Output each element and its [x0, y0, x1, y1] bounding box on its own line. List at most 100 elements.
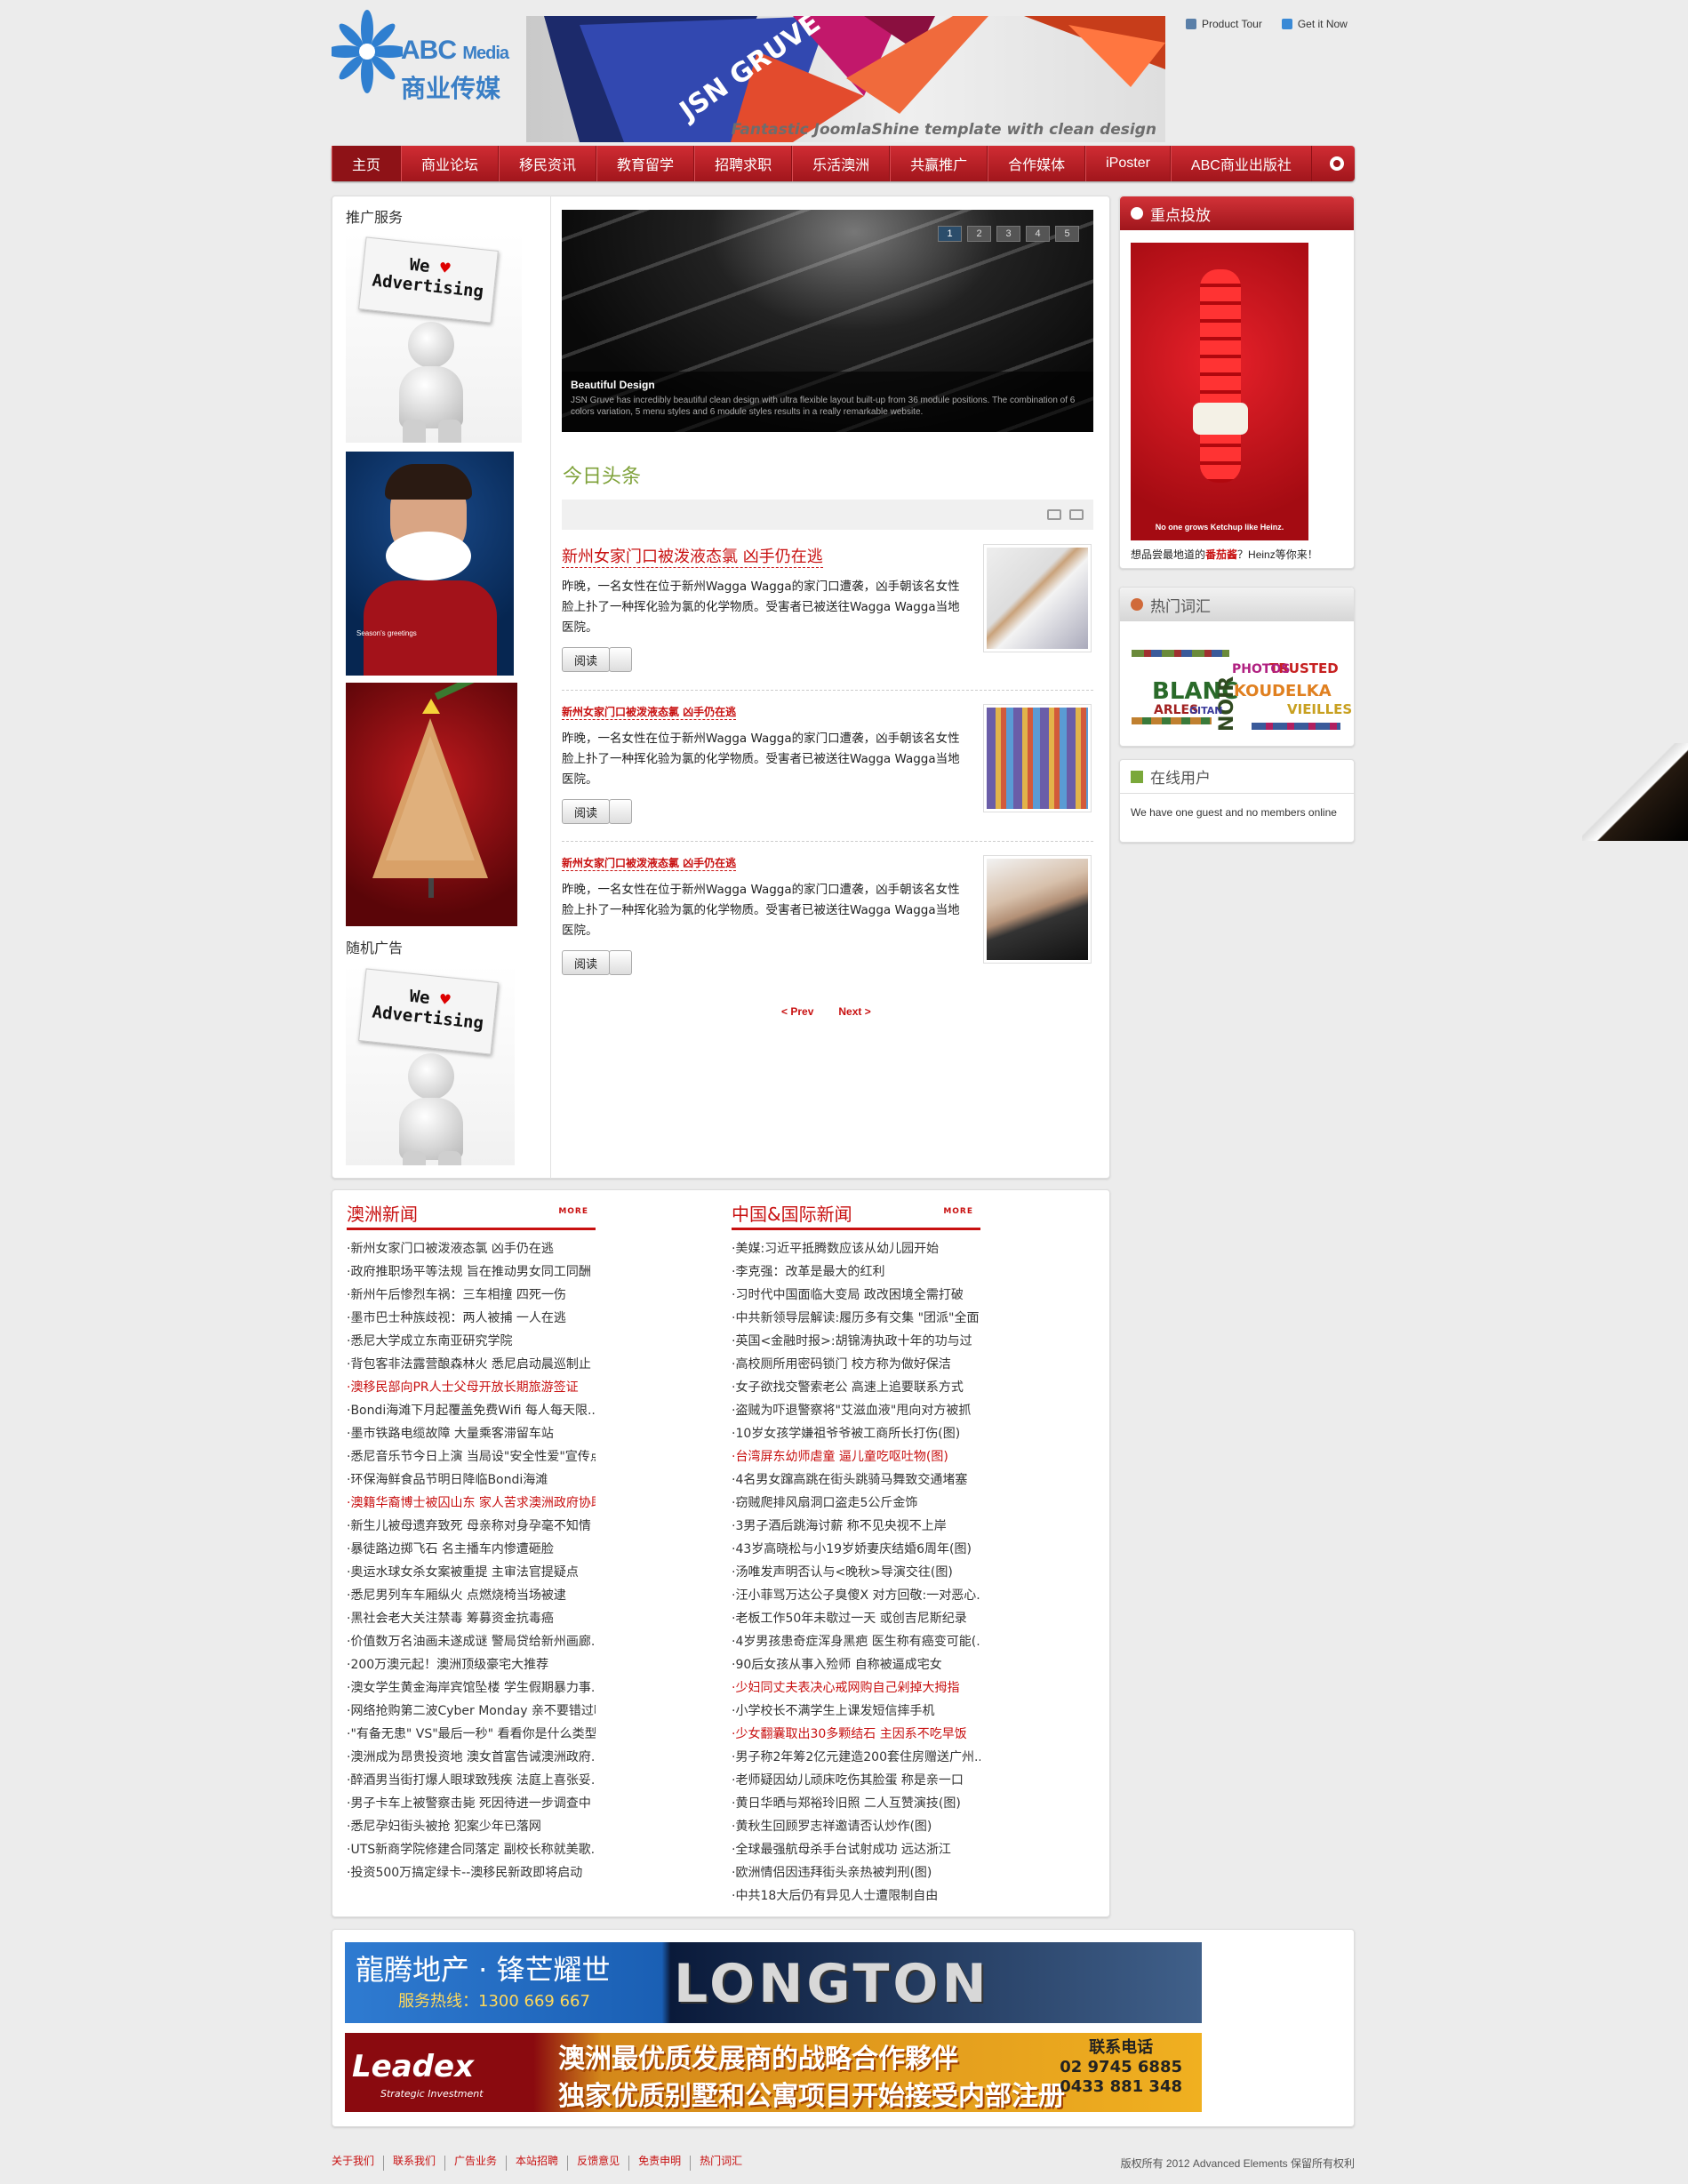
- news-item[interactable]: ·澳女学生黄金海岸宾馆坠楼 学生假期暴力事...: [347, 1676, 596, 1700]
- news-item[interactable]: ·4名男女蹿高跳在街头跳骑马舞致交通堵塞: [732, 1468, 980, 1492]
- news-item[interactable]: ·墨市巴士种族歧视：两人被捕 一人在逃: [347, 1307, 596, 1330]
- news-item[interactable]: ·男子称2年筹2亿元建造200套住房赠送广州...: [732, 1746, 980, 1769]
- tag-word[interactable]: PHOTOS: [1232, 662, 1290, 676]
- news-item[interactable]: ·网络抢购第二波Cyber Monday 亲不要错过哟: [347, 1700, 596, 1723]
- news-item[interactable]: ·盗贼为吓退警察将"艾滋血液"甩向对方被抓: [732, 1399, 980, 1422]
- footer-link-about[interactable]: 关于我们: [332, 2156, 385, 2171]
- news-item[interactable]: ·少女翻囊取出30多颗结石 主因系不吃早饭: [732, 1723, 980, 1746]
- news-item[interactable]: ·欧洲情侣因违拜街头亲热被判刑(图): [732, 1861, 980, 1884]
- article-title[interactable]: 新州女家门口被泼液态氯 凶手仍在逃: [562, 855, 737, 871]
- news-item[interactable]: ·悉尼大学成立东南亚研究学院: [347, 1330, 596, 1353]
- australia-news-title[interactable]: 澳洲新闻 MORE: [347, 1200, 596, 1230]
- news-item[interactable]: ·新州午后惨烈车祸：三车相撞 四死一伤: [347, 1284, 596, 1307]
- read-more-arrow-button[interactable]: [609, 799, 632, 824]
- news-item[interactable]: ·奥运水球女杀女案被重提 主审法官提疑点: [347, 1561, 596, 1584]
- nav-item-promotion[interactable]: 共赢推广: [890, 146, 988, 181]
- leadex-ad-banner[interactable]: Leadex Strategic Investment 澳洲最优质发展商的战略合…: [345, 2033, 1202, 2112]
- footer-link-contact[interactable]: 联系我们: [384, 2156, 446, 2171]
- prev-link[interactable]: < Prev: [781, 1005, 813, 1018]
- news-item[interactable]: ·90后女孩从事入殓师 自称被逼成宅女: [732, 1653, 980, 1676]
- news-item[interactable]: ·"有备无患" VS"最后一秒" 看看你是什么类型...: [347, 1723, 596, 1746]
- news-item[interactable]: ·背包客非法露营酿森林火 悉尼启动晨巡制止: [347, 1353, 596, 1376]
- news-item[interactable]: ·汪小菲骂万达公子臭傻X 对方回敬:一对恶心...: [732, 1584, 980, 1607]
- print-icon[interactable]: [1047, 509, 1061, 520]
- get-it-now-link[interactable]: Get it Now: [1281, 18, 1348, 30]
- page-peel-corner[interactable]: [1582, 743, 1688, 841]
- news-item[interactable]: ·3男子酒后跳海讨薪 称不见央视不上岸: [732, 1515, 980, 1538]
- site-logo[interactable]: ABC Media 商业传媒: [325, 7, 509, 103]
- nav-item-home[interactable]: 主页: [332, 146, 402, 181]
- news-item[interactable]: ·澳籍华裔博士被囚山东 家人苦求澳洲政府协助: [347, 1492, 596, 1515]
- news-item[interactable]: ·习时代中国面临大变局 政改困境全需打破: [732, 1284, 980, 1307]
- slide-page-button[interactable]: 4: [1026, 226, 1050, 242]
- gillette-ad[interactable]: Season's greetings: [346, 452, 514, 676]
- news-item[interactable]: ·UTS新商学院修建合同落定 副校长称就美歌...: [347, 1838, 596, 1861]
- news-item[interactable]: ·醉酒男当街打爆人眼球致残疾 法庭上喜张妥...: [347, 1769, 596, 1792]
- more-link[interactable]: MORE: [558, 1207, 588, 1216]
- read-more-arrow-button[interactable]: [609, 950, 632, 975]
- news-item[interactable]: ·200万澳元起！澳洲顶级豪宅大推荐: [347, 1653, 596, 1676]
- slide-page-button[interactable]: 2: [967, 226, 991, 242]
- china-news-title[interactable]: 中国&国际新闻 MORE: [732, 1200, 980, 1230]
- slideshow[interactable]: 1 2 3 4 5 Beautiful Design JSN Gruve has…: [562, 210, 1093, 432]
- more-link[interactable]: MORE: [943, 1207, 973, 1216]
- nav-item-partners[interactable]: 合作媒体: [988, 146, 1086, 181]
- news-item[interactable]: ·老师疑因幼儿顽床吃伤其脸蛋 称是亲一口: [732, 1769, 980, 1792]
- header-banner[interactable]: JSN GRUVE Fantastic JoomlaShine template…: [526, 16, 1165, 142]
- news-item[interactable]: ·黄秋生回顾罗志祥邀请否认炒作(图): [732, 1815, 980, 1838]
- news-item[interactable]: ·投资500万搞定绿卡--澳移民新政即将启动: [347, 1861, 596, 1884]
- news-item[interactable]: ·中共18大后仍有异见人士遭限制自由: [732, 1884, 980, 1908]
- news-item[interactable]: ·4岁男孩患奇症浑身黑疤 医生称有癌变可能(...: [732, 1630, 980, 1653]
- news-item[interactable]: ·黑社会老大关注禁毒 筹募资金抗毒癌: [347, 1607, 596, 1630]
- news-item[interactable]: ·全球最强航母杀手台试射成功 远达浙江: [732, 1838, 980, 1861]
- news-item[interactable]: ·澳移民部向PR人士父母开放长期旅游签证: [347, 1376, 596, 1399]
- advertising-ad-2[interactable]: We ♥ Advertising: [346, 964, 515, 1165]
- gear-icon[interactable]: [1330, 156, 1344, 171]
- news-item[interactable]: ·中共新领导层解读:履历多有交集 "团派"全面...: [732, 1307, 980, 1330]
- news-item[interactable]: ·悉尼孕妇街头被抢 犯案少年已落网: [347, 1815, 596, 1838]
- slide-page-button[interactable]: 1: [938, 226, 962, 242]
- news-item[interactable]: ·43岁高晓松与小19岁娇妻庆结婚6周年(图): [732, 1538, 980, 1561]
- read-button[interactable]: 阅读: [562, 799, 610, 824]
- news-item[interactable]: ·墨市铁路电缆故障 大量乘客滞留车站: [347, 1422, 596, 1445]
- nav-item-publisher[interactable]: ABC商业出版社: [1170, 146, 1312, 181]
- tag-word[interactable]: VIEILLES: [1287, 701, 1352, 717]
- news-item[interactable]: ·悉尼男列车车厢纵火 点燃烧椅当场被逮: [347, 1584, 596, 1607]
- news-item[interactable]: ·窃贼爬排风扇洞口盗走5公斤金饰: [732, 1492, 980, 1515]
- tag-word[interactable]: KOUDELKA: [1234, 682, 1332, 700]
- news-item[interactable]: ·英国<金融时报>:胡锦涛执政十年的功与过: [732, 1330, 980, 1353]
- news-item[interactable]: ·汤唯发声明否认与<晚秋>导演交往(图): [732, 1561, 980, 1584]
- news-item[interactable]: ·小学校长不满学生上课发短信摔手机: [732, 1700, 980, 1723]
- tag-word[interactable]: GITAN: [1189, 705, 1223, 716]
- longton-ad-banner[interactable]: 龍腾地产 · 锋芒耀世 服务热线：1300 669 667 LONGTON: [345, 1942, 1202, 2023]
- news-item[interactable]: ·新州女家门口被泼液态氯 凶手仍在逃: [347, 1237, 596, 1260]
- pencil-tree-ad[interactable]: [346, 683, 517, 926]
- news-item[interactable]: ·李克强：改革是最大的红利: [732, 1260, 980, 1284]
- article-title[interactable]: 新州女家门口被泼液态氯 凶手仍在逃: [562, 544, 823, 568]
- next-link[interactable]: Next >: [838, 1005, 870, 1018]
- article-thumbnail[interactable]: [983, 855, 1092, 964]
- footer-link-tags[interactable]: 热门词汇: [691, 2156, 751, 2171]
- nav-item-forum[interactable]: 商业论坛: [401, 146, 500, 181]
- news-item[interactable]: ·老板工作50年未歇过一天 或创吉尼斯纪录: [732, 1607, 980, 1630]
- news-item[interactable]: ·新生儿被母遗弃致死 母亲称对身孕毫不知情: [347, 1515, 596, 1538]
- nav-item-education[interactable]: 教育留学: [596, 146, 695, 181]
- news-item[interactable]: ·澳洲成为昂贵投资地 澳女首富告诫澳洲政府...: [347, 1746, 596, 1769]
- footer-link-disclaimer[interactable]: 免责申明: [629, 2156, 692, 2171]
- read-button[interactable]: 阅读: [562, 950, 610, 975]
- news-item[interactable]: ·政府推职场平等法规 旨在推动男女同工同酬: [347, 1260, 596, 1284]
- heinz-ad[interactable]: No one grows Ketchup like Heinz.: [1131, 243, 1308, 540]
- footer-link-jobs[interactable]: 本站招聘: [507, 2156, 569, 2171]
- news-item[interactable]: ·台湾屏东幼师虐童 逼儿童吃呕吐物(图): [732, 1445, 980, 1468]
- product-tour-link[interactable]: Product Tour: [1186, 18, 1262, 30]
- article-thumbnail[interactable]: [983, 544, 1092, 652]
- nav-item-immigration[interactable]: 移民资讯: [499, 146, 597, 181]
- email-icon[interactable]: [1069, 509, 1084, 520]
- news-item[interactable]: ·暴徒路边掷飞石 名主播车内惨遭砸脸: [347, 1538, 596, 1561]
- news-item[interactable]: ·Bondi海滩下月起覆盖免费Wifi 每人每天限...: [347, 1399, 596, 1422]
- news-item[interactable]: ·少妇同丈夫表决心戒网购自己剁掉大拇指: [732, 1676, 980, 1700]
- slide-page-button[interactable]: 5: [1055, 226, 1079, 242]
- news-item[interactable]: ·美媒:习近平抵腾数应该从幼儿园开始: [732, 1237, 980, 1260]
- nav-item-lifestyle[interactable]: 乐活澳洲: [792, 146, 891, 181]
- nav-item-iposter[interactable]: iPoster: [1085, 146, 1171, 181]
